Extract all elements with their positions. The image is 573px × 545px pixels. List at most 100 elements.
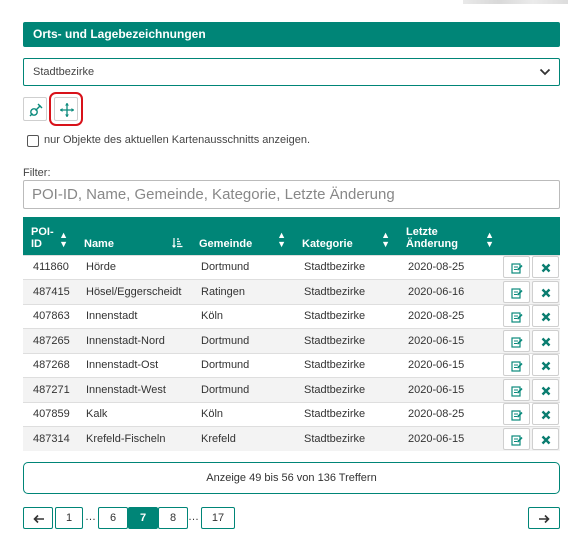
arrow-left-icon — [33, 514, 44, 524]
cell-gemeinde: Dortmund — [191, 328, 294, 353]
cell-id: 487314 — [23, 426, 76, 451]
cell-datum: 2020-06-15 — [398, 426, 502, 451]
top-toolbar-fragment — [463, 0, 568, 4]
column-header-gemeinde[interactable]: Gemeinde ▲ ▼ — [191, 217, 294, 255]
cell-name: Hörde — [76, 254, 191, 280]
delete-button[interactable] — [532, 378, 559, 401]
edit-button[interactable] — [503, 354, 530, 377]
cell-id: 487268 — [23, 352, 76, 378]
delete-button[interactable] — [532, 428, 559, 450]
table-row: 411860 Hörde Dortmund Stadtbezirke 2020-08-2… — [23, 254, 560, 280]
cell-gemeinde: Köln — [191, 401, 294, 427]
delete-button[interactable] — [532, 354, 559, 377]
edit-cell — [502, 426, 531, 451]
table-row: 487415 Hösel/Eggerscheidt Ratingen Stadtbez… — [23, 279, 560, 304]
column-header-poi-id[interactable]: POI- ID ▲ ▼ — [23, 217, 76, 255]
edit-icon — [511, 386, 523, 397]
page-button[interactable]: 1 — [55, 507, 83, 529]
cell-kategorie: Stadtbezirke — [294, 352, 398, 378]
delete-cell — [531, 279, 560, 304]
previous-page-button[interactable] — [23, 507, 53, 529]
result-summary: Anzeige 49 bis 56 von 136 Treffern — [23, 462, 560, 494]
table-header-row: POI- ID ▲ ▼ Name Gemeinde ▲ ▼ Kategorie ▲ ▼… — [23, 217, 560, 255]
move-tool-button[interactable] — [49, 92, 83, 126]
edit-cell — [502, 328, 531, 353]
edit-button[interactable] — [503, 378, 530, 401]
pagination-ellipsis: … — [188, 511, 199, 523]
edit-button[interactable] — [503, 256, 530, 279]
satellite-locate-icon — [29, 103, 43, 117]
edit-icon — [511, 288, 523, 299]
cell-datum: 2020-06-15 — [398, 328, 502, 353]
delete-cell — [531, 303, 560, 329]
page-button[interactable]: 8 — [158, 507, 188, 529]
column-header-line: ID — [31, 237, 42, 250]
category-select-value: Stadtbezirke — [33, 66, 95, 78]
category-select[interactable]: Stadtbezirke — [23, 58, 560, 86]
edit-cell — [502, 352, 531, 378]
edit-button[interactable] — [503, 428, 530, 450]
cell-name: Innenstadt — [76, 303, 191, 329]
close-icon — [541, 361, 551, 371]
edit-icon — [511, 410, 523, 421]
delete-cell — [531, 377, 560, 402]
next-page-button[interactable] — [528, 507, 560, 529]
cell-kategorie: Stadtbezirke — [294, 303, 398, 329]
delete-cell — [531, 352, 560, 378]
edit-icon — [511, 312, 523, 323]
sort-icon: ▲ ▼ — [277, 229, 286, 249]
edit-button[interactable] — [503, 280, 530, 303]
extent-filter-checkbox[interactable] — [27, 135, 39, 147]
table-row: 407859 Kalk Köln Stadtbezirke 2020-08-25 — [23, 401, 560, 427]
delete-button[interactable] — [532, 256, 559, 279]
top-edge — [0, 0, 573, 6]
cell-kategorie: Stadtbezirke — [294, 426, 398, 451]
cell-id: 411860 — [23, 254, 76, 280]
chevron-down-icon — [539, 68, 551, 76]
cell-kategorie: Stadtbezirke — [294, 254, 398, 280]
cell-gemeinde: Dortmund — [191, 377, 294, 402]
current-page-button[interactable]: 7 — [128, 507, 158, 529]
close-icon — [541, 435, 551, 445]
table-row: 487268 Innenstadt-Ost Dortmund Stadtbezirke… — [23, 352, 560, 378]
column-header-name[interactable]: Name — [76, 217, 191, 255]
edit-button[interactable] — [503, 403, 530, 426]
column-header-edit — [502, 217, 531, 255]
edit-button[interactable] — [503, 329, 530, 352]
cell-name: Innenstadt-Ost — [76, 352, 191, 378]
cell-name: Hösel/Eggerscheidt — [76, 279, 191, 304]
page-button[interactable]: 17 — [201, 507, 235, 529]
arrow-right-icon — [539, 514, 550, 524]
cell-gemeinde: Dortmund — [191, 352, 294, 378]
panel-title: Orts- und Lagebezeichnungen — [23, 22, 560, 47]
cell-kategorie: Stadtbezirke — [294, 328, 398, 353]
edit-button[interactable] — [503, 305, 530, 328]
delete-button[interactable] — [532, 280, 559, 303]
delete-button[interactable] — [532, 403, 559, 426]
edit-icon — [511, 361, 523, 372]
cell-kategorie: Stadtbezirke — [294, 401, 398, 427]
cell-datum: 2020-08-25 — [398, 401, 502, 427]
delete-button[interactable] — [532, 305, 559, 328]
cell-gemeinde: Dortmund — [191, 254, 294, 280]
delete-cell — [531, 328, 560, 353]
table-row: 487271 Innenstadt-West Dortmund Stadtbezirk… — [23, 377, 560, 402]
close-icon — [541, 288, 551, 298]
filter-label: Filter: — [23, 167, 51, 179]
sort-ascending-icon — [172, 237, 183, 250]
table-row: 407863 Innenstadt Köln Stadtbezirke 2020-08-… — [23, 303, 560, 329]
edit-cell — [502, 377, 531, 402]
page-button[interactable]: 6 — [98, 507, 128, 529]
cell-id: 487271 — [23, 377, 76, 402]
locate-tool-button[interactable] — [23, 97, 47, 121]
close-icon — [541, 410, 551, 420]
sort-icon: ▲ ▼ — [381, 229, 390, 249]
cell-name: Innenstadt-Nord — [76, 328, 191, 353]
delete-button[interactable] — [532, 329, 559, 352]
filter-input[interactable]: POI-ID, Name, Gemeinde, Kategorie, Letzt… — [23, 180, 560, 209]
edit-cell — [502, 254, 531, 280]
column-header-kategorie[interactable]: Kategorie ▲ ▼ — [294, 217, 398, 255]
table-row: 487265 Innenstadt-Nord Dortmund Stadtbezirk… — [23, 328, 560, 353]
close-icon — [541, 337, 551, 347]
column-header-datum[interactable]: Letzte Änderung ▲ ▼ — [398, 217, 502, 255]
